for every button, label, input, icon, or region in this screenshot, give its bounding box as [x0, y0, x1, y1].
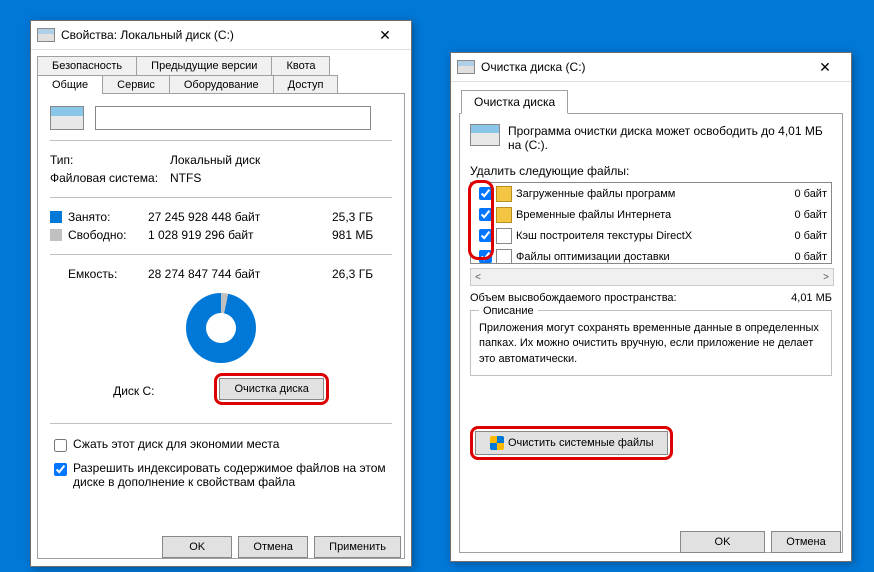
compress-label: Сжать этот диск для экономии места [73, 437, 279, 451]
cleanup-content: Программа очистки диска может освободить… [459, 113, 843, 553]
cleanup-intro: Программа очистки диска может освободить… [508, 124, 832, 152]
index-checkbox[interactable] [54, 463, 67, 476]
titlebar[interactable]: Очистка диска (C:) ✕ [451, 53, 851, 82]
type-value: Локальный диск [170, 153, 392, 167]
highlight-annotation: Очистить системные файлы [470, 426, 673, 460]
used-gb: 25,3 ГБ [332, 210, 392, 224]
drive-icon [50, 106, 84, 130]
tab-security[interactable]: Безопасность [37, 56, 137, 75]
file-row[interactable]: Кэш построителя текстуры DirectX 0 байт [471, 225, 831, 246]
dialog-buttons: OK Отмена Применить [162, 536, 401, 558]
free-bytes: 1 028 919 296 байт [148, 228, 332, 242]
tab-content-general: Тип: Локальный диск Файловая система: NT… [37, 93, 405, 559]
file-row[interactable]: Файлы оптимизации доставки 0 байт [471, 246, 831, 264]
cancel-button[interactable]: Отмена [238, 536, 308, 558]
tab-previous-versions[interactable]: Предыдущие версии [136, 56, 272, 75]
total-label: Объем высвобождаемого пространства: [470, 292, 677, 304]
drive-icon [470, 124, 500, 146]
tab-general[interactable]: Общие [37, 75, 103, 94]
free-color-icon [50, 229, 62, 241]
free-gb: 981 МБ [332, 228, 392, 242]
properties-window: Свойства: Локальный диск (C:) ✕ Безопасн… [30, 20, 412, 567]
cancel-button[interactable]: Отмена [771, 531, 841, 553]
file-size: 0 байт [757, 209, 827, 221]
shield-icon [490, 436, 504, 450]
tab-access[interactable]: Доступ [273, 75, 339, 94]
window-title: Очистка диска (C:) [481, 60, 805, 74]
file-name: Файлы оптимизации доставки [516, 251, 757, 263]
usage-pie-chart [186, 293, 256, 363]
file-name: Кэш построителя текстуры DirectX [516, 230, 757, 242]
compress-checkbox[interactable] [54, 439, 67, 452]
cleanup-window: Очистка диска (C:) ✕ Очистка диска Прогр… [450, 52, 852, 562]
capacity-bytes: 28 274 847 744 байт [148, 267, 332, 281]
titlebar[interactable]: Свойства: Локальный диск (C:) ✕ [31, 21, 411, 50]
tab-hardware[interactable]: Оборудование [169, 75, 274, 94]
file-row[interactable]: Загруженные файлы программ 0 байт [471, 183, 831, 204]
file-list[interactable]: Загруженные файлы программ 0 байт Времен… [470, 182, 832, 264]
used-label: Занято: [68, 210, 148, 224]
file-checkbox[interactable] [479, 229, 492, 242]
used-color-icon [50, 211, 62, 223]
file-size: 0 байт [757, 230, 827, 242]
clean-system-files-button[interactable]: Очистить системные файлы [475, 431, 668, 455]
disk-cleanup-button[interactable]: Очистка диска [219, 378, 323, 400]
disk-label: Диск C: [113, 384, 154, 398]
delete-files-label: Удалить следующие файлы: [470, 164, 832, 178]
apply-button[interactable]: Применить [314, 536, 401, 558]
page-icon [496, 249, 512, 265]
clean-system-files-label: Очистить системные файлы [508, 437, 653, 449]
file-size: 0 байт [757, 251, 827, 263]
highlight-annotation: Очистка диска [214, 373, 328, 405]
file-row[interactable]: Временные файлы Интернета 0 байт [471, 204, 831, 225]
tab-strip: Безопасность Предыдущие версии Квота Общ… [31, 50, 411, 94]
index-label: Разрешить индексировать содержимое файло… [73, 461, 392, 489]
free-label: Свободно: [68, 228, 148, 242]
fs-label: Файловая система: [50, 171, 170, 185]
description-group: Описание Приложения могут сохранять врем… [470, 310, 832, 376]
total-value: 4,01 МБ [791, 292, 832, 304]
file-size: 0 байт [757, 188, 827, 200]
used-bytes: 27 245 928 448 байт [148, 210, 332, 224]
file-checkbox[interactable] [479, 208, 492, 221]
fs-value: NTFS [170, 171, 392, 185]
ok-button[interactable]: OK [162, 536, 232, 558]
close-icon[interactable]: ✕ [365, 22, 405, 48]
tab-cleanup[interactable]: Очистка диска [461, 90, 568, 114]
close-icon[interactable]: ✕ [805, 54, 845, 80]
capacity-label: Емкость: [68, 267, 148, 281]
type-label: Тип: [50, 153, 170, 167]
file-checkbox[interactable] [479, 187, 492, 200]
file-name: Временные файлы Интернета [516, 209, 757, 221]
description-title: Описание [479, 305, 538, 317]
ok-button[interactable]: OK [680, 531, 765, 553]
scroll-right-icon[interactable]: > [819, 272, 833, 283]
scroll-left-icon[interactable]: < [471, 272, 485, 283]
tab-service[interactable]: Сервис [102, 75, 170, 94]
cleanup-icon [457, 60, 475, 74]
description-text: Приложения могут сохранять временные дан… [479, 321, 823, 367]
file-name: Загруженные файлы программ [516, 188, 757, 200]
capacity-gb: 26,3 ГБ [332, 267, 392, 281]
horizontal-scrollbar[interactable]: < > [470, 268, 834, 286]
window-title: Свойства: Локальный диск (C:) [61, 28, 365, 42]
drive-icon [37, 28, 55, 42]
dialog-buttons: OK Отмена [680, 531, 841, 553]
folder-icon [496, 186, 512, 202]
folder-icon [496, 207, 512, 223]
drive-label-input[interactable] [95, 106, 371, 130]
file-checkbox[interactable] [479, 250, 492, 263]
tab-quota[interactable]: Квота [271, 56, 330, 75]
page-icon [496, 228, 512, 244]
